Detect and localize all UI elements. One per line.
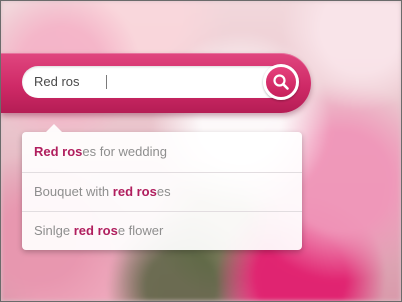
suggestion-suffix: es for wedding	[82, 144, 167, 159]
suggestion-match: red ros	[112, 184, 157, 199]
suggestion-match: red ros	[73, 223, 118, 238]
suggestion-suffix: e flower	[117, 223, 164, 238]
screenshot-frame: Red roses for wedding Bouquet with red r…	[0, 0, 402, 302]
suggestion-item[interactable]: Sinlge red rose flower	[22, 211, 302, 249]
suggestion-prefix: Bouquet with	[34, 184, 113, 199]
suggestion-prefix: Sinlge	[34, 223, 74, 238]
magnifier-icon	[273, 74, 289, 90]
suggestion-match: Red ros	[34, 144, 83, 159]
search-bar	[1, 53, 311, 113]
suggestion-item[interactable]: Bouquet with red roses	[22, 172, 302, 210]
dropdown-pointer	[46, 124, 62, 132]
text-caret	[106, 75, 107, 89]
suggestion-dropdown: Red roses for wedding Bouquet with red r…	[22, 124, 302, 250]
search-field[interactable]	[22, 66, 298, 98]
suggestion-item[interactable]: Red roses for wedding	[22, 133, 302, 171]
search-button[interactable]	[263, 64, 299, 100]
suggestion-suffix: es	[156, 184, 171, 199]
search-input[interactable]	[34, 66, 214, 98]
